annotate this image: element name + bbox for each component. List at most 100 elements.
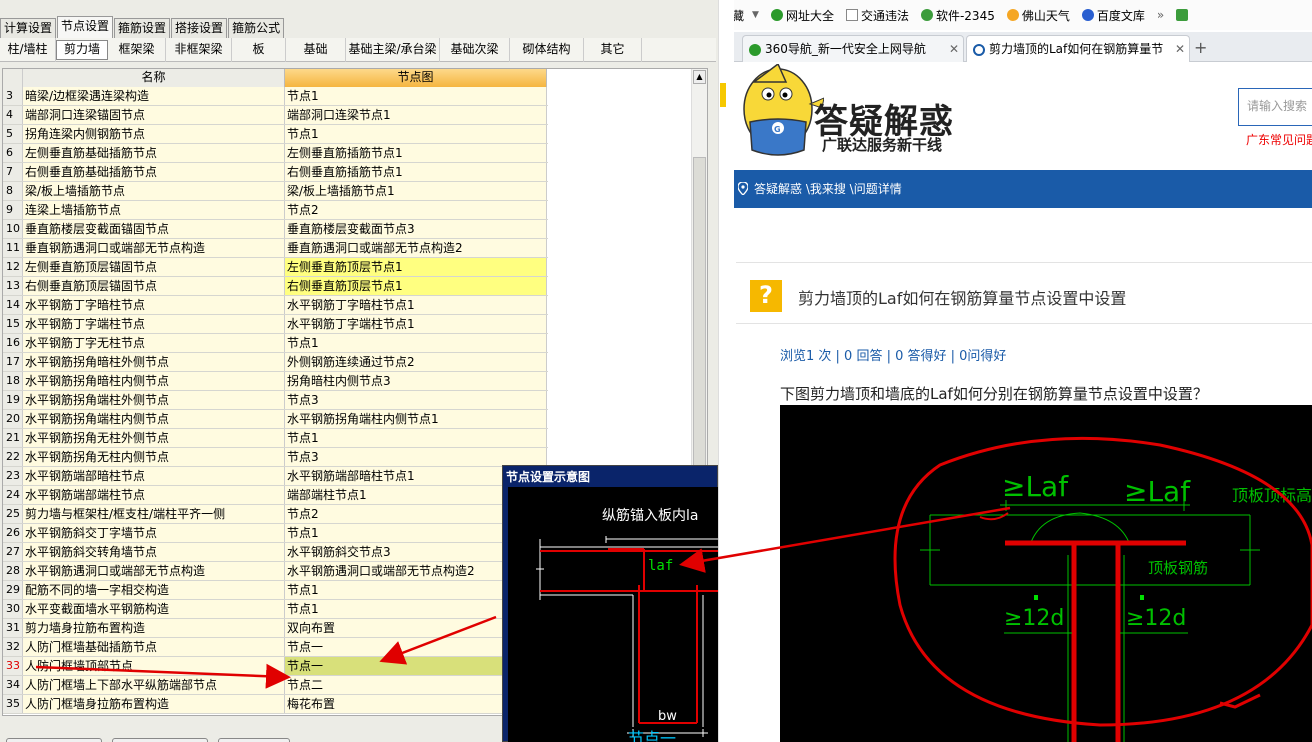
- cell-node[interactable]: 节点2: [285, 201, 547, 219]
- bookmark-2345[interactable]: 软件-2345: [920, 7, 995, 24]
- table-row[interactable]: 26 水平钢筋斜交丁字墙节点 节点1: [3, 524, 548, 543]
- table-row[interactable]: 10 垂直筋楼层变截面锚固节点 垂直筋楼层变截面节点3: [3, 220, 548, 239]
- cell-node[interactable]: 左侧垂直筋顶层节点1: [285, 258, 547, 276]
- cell-name[interactable]: 垂直筋楼层变截面锚固节点: [23, 220, 285, 238]
- tab-main-0[interactable]: 计算设置: [0, 18, 57, 38]
- tab-sub-5[interactable]: 基础: [286, 38, 346, 62]
- cell-name[interactable]: 左侧垂直筋顶层锚固节点: [23, 258, 285, 276]
- browser-tab-question[interactable]: 剪力墙顶的Laf如何在钢筋算量节 ✕: [966, 35, 1190, 63]
- table-row[interactable]: 31 剪力墙身拉筋布置构造 双向布置: [3, 619, 548, 638]
- cell-name[interactable]: 配筋不同的墙一字相交构造: [23, 581, 285, 599]
- cell-node[interactable]: 节点3: [285, 391, 547, 409]
- cell-name[interactable]: 水平钢筋拐角暗柱内侧节点: [23, 372, 285, 390]
- bottom-button-1[interactable]: [6, 738, 102, 742]
- cell-node[interactable]: 右侧垂直筋顶层节点1: [285, 277, 547, 295]
- cell-node[interactable]: 端部洞口连梁节点1: [285, 106, 547, 124]
- table-row[interactable]: 22 水平钢筋拐角无柱内侧节点 节点3: [3, 448, 548, 467]
- table-row[interactable]: 28 水平钢筋遇洞口或端部无节点构造 水平钢筋遇洞口或端部无节点构造2: [3, 562, 548, 581]
- cell-node[interactable]: 水平钢筋丁字暗柱节点1: [285, 296, 547, 314]
- table-row[interactable]: 11 垂直钢筋遇洞口或端部无节点构造 垂直筋遇洞口或端部无节点构造2: [3, 239, 548, 258]
- tab-sub-4[interactable]: 板: [232, 38, 286, 62]
- cell-name[interactable]: 右侧垂直筋基础插筋节点: [23, 163, 285, 181]
- cell-name[interactable]: 连梁上墙插筋节点: [23, 201, 285, 219]
- cell-node[interactable]: 水平钢筋拐角端柱内侧节点1: [285, 410, 547, 428]
- cell-name[interactable]: 剪力墙身拉筋布置构造: [23, 619, 285, 637]
- table-row[interactable]: 24 水平钢筋端部端柱节点 端部端柱节点1: [3, 486, 548, 505]
- column-header-name[interactable]: 名称: [23, 69, 285, 87]
- table-row[interactable]: 18 水平钢筋拐角暗柱内侧节点 拐角暗柱内侧节点3: [3, 372, 548, 391]
- cell-node[interactable]: 垂直筋楼层变截面节点3: [285, 220, 547, 238]
- table-row[interactable]: 8 梁/板上墙插筋节点 梁/板上墙插筋节点1: [3, 182, 548, 201]
- cell-node[interactable]: 垂直筋遇洞口或端部无节点构造2: [285, 239, 547, 257]
- cell-name[interactable]: 水平钢筋端部暗柱节点: [23, 467, 285, 485]
- bookmark-traffic[interactable]: 交通违法: [845, 7, 909, 24]
- breadcrumb-text[interactable]: 答疑解惑 \我来搜 \问题详情: [754, 182, 902, 196]
- cell-name[interactable]: 人防门框墙顶部节点: [23, 657, 285, 675]
- table-row[interactable]: 33 人防门框墙顶部节点 节点一: [3, 657, 548, 676]
- tab-main-2[interactable]: 箍筋设置: [114, 18, 171, 38]
- cell-name[interactable]: 水平钢筋拐角端柱外侧节点: [23, 391, 285, 409]
- tab-sub-6[interactable]: 基础主梁/承台梁: [346, 38, 440, 62]
- tab-sub-2[interactable]: 框架梁: [108, 38, 166, 62]
- cell-node[interactable]: 节点1: [285, 429, 547, 447]
- table-row[interactable]: 5 拐角连梁内侧钢筋节点 节点1: [3, 125, 548, 144]
- tab-sub-0[interactable]: 柱/墙柱: [0, 38, 56, 62]
- cell-node[interactable]: 节点1: [285, 334, 547, 352]
- bookmark-favorites[interactable]: 收藏▼: [734, 7, 759, 24]
- table-row[interactable]: 7 右侧垂直筋基础插筋节点 右侧垂直筋插筋节点1: [3, 163, 548, 182]
- search-input[interactable]: 请输入搜索: [1238, 88, 1312, 126]
- cell-node[interactable]: 右侧垂直筋插筋节点1: [285, 163, 547, 181]
- cell-name[interactable]: 剪力墙与框架柱/框支柱/端柱平齐一侧: [23, 505, 285, 523]
- table-row[interactable]: 29 配筋不同的墙一字相交构造 节点1: [3, 581, 548, 600]
- table-row[interactable]: 6 左侧垂直筋基础插筋节点 左侧垂直筋插筋节点1: [3, 144, 548, 163]
- table-row[interactable]: 25 剪力墙与框架柱/框支柱/端柱平齐一侧 节点2: [3, 505, 548, 524]
- cell-node[interactable]: 节点1: [285, 87, 547, 105]
- table-row[interactable]: 17 水平钢筋拐角暗柱外侧节点 外侧钢筋连续通过节点2: [3, 353, 548, 372]
- table-row[interactable]: 27 水平钢筋斜交转角墙节点 水平钢筋斜交节点3: [3, 543, 548, 562]
- table-row[interactable]: 3 暗梁/边框梁遇连梁构造 节点1: [3, 87, 548, 106]
- cell-name[interactable]: 水平钢筋丁字暗柱节点: [23, 296, 285, 314]
- table-row[interactable]: 14 水平钢筋丁字暗柱节点 水平钢筋丁字暗柱节点1: [3, 296, 548, 315]
- bookmark-wenku[interactable]: 百度文库: [1081, 7, 1145, 24]
- table-row[interactable]: 32 人防门框墙基础插筋节点 节点一: [3, 638, 548, 657]
- tab-main-1[interactable]: 节点设置: [57, 16, 114, 38]
- tab-main-3[interactable]: 搭接设置: [171, 18, 228, 38]
- cell-name[interactable]: 水平变截面墙水平钢筋构造: [23, 600, 285, 618]
- cell-node[interactable]: 拐角暗柱内侧节点3: [285, 372, 547, 390]
- table-row[interactable]: 12 左侧垂直筋顶层锚固节点 左侧垂直筋顶层节点1: [3, 258, 548, 277]
- cell-name[interactable]: 端部洞口连梁锚固节点: [23, 106, 285, 124]
- bookmark-daquan[interactable]: 网址大全: [770, 7, 834, 24]
- table-row[interactable]: 30 水平变截面墙水平钢筋构造 节点1: [3, 600, 548, 619]
- cell-name[interactable]: 水平钢筋丁字端柱节点: [23, 315, 285, 333]
- tab-sub-7[interactable]: 基础次梁: [440, 38, 510, 62]
- cell-name[interactable]: 暗梁/边框梁遇连梁构造: [23, 87, 285, 105]
- cell-node[interactable]: 水平钢筋丁字端柱节点1: [285, 315, 547, 333]
- table-row[interactable]: 34 人防门框墙上下部水平纵筋端部节点 节点二: [3, 676, 548, 695]
- cell-name[interactable]: 梁/板上墙插筋节点: [23, 182, 285, 200]
- table-row[interactable]: 16 水平钢筋丁字无柱节点 节点1: [3, 334, 548, 353]
- pane-divider[interactable]: [718, 0, 734, 742]
- close-tab-icon[interactable]: ✕: [1172, 36, 1185, 62]
- cell-name[interactable]: 水平钢筋拐角无柱外侧节点: [23, 429, 285, 447]
- scroll-up-icon[interactable]: ▲: [693, 70, 706, 84]
- cell-name[interactable]: 水平钢筋拐角端柱内侧节点: [23, 410, 285, 428]
- bottom-button-3[interactable]: [218, 738, 290, 742]
- table-row[interactable]: 23 水平钢筋端部暗柱节点 水平钢筋端部暗柱节点1: [3, 467, 548, 486]
- table-row[interactable]: 9 连梁上墙插筋节点 节点2: [3, 201, 548, 220]
- cell-name[interactable]: 水平钢筋端部端柱节点: [23, 486, 285, 504]
- table-row[interactable]: 20 水平钢筋拐角端柱内侧节点 水平钢筋拐角端柱内侧节点1: [3, 410, 548, 429]
- cell-name[interactable]: 水平钢筋丁字无柱节点: [23, 334, 285, 352]
- node-diagram-window[interactable]: 节点设置示意图 纵筋锚入板内la laf bw 节点一: [502, 465, 718, 742]
- cell-name[interactable]: 水平钢筋拐角暗柱外侧节点: [23, 353, 285, 371]
- cell-name[interactable]: 人防门框墙基础插筋节点: [23, 638, 285, 656]
- cell-name[interactable]: 人防门框墙身拉筋布置构造: [23, 695, 285, 713]
- cell-node[interactable]: 节点1: [285, 125, 547, 143]
- cell-node[interactable]: 左侧垂直筋插筋节点1: [285, 144, 547, 162]
- cell-name[interactable]: 垂直钢筋遇洞口或端部无节点构造: [23, 239, 285, 257]
- table-row[interactable]: 21 水平钢筋拐角无柱外侧节点 节点1: [3, 429, 548, 448]
- cell-name[interactable]: 水平钢筋遇洞口或端部无节点构造: [23, 562, 285, 580]
- cell-name[interactable]: 左侧垂直筋基础插筋节点: [23, 144, 285, 162]
- tab-sub-8[interactable]: 砌体结构: [510, 38, 584, 62]
- cell-node[interactable]: 外侧钢筋连续通过节点2: [285, 353, 547, 371]
- cell-name[interactable]: 右侧垂直筋顶层锚固节点: [23, 277, 285, 295]
